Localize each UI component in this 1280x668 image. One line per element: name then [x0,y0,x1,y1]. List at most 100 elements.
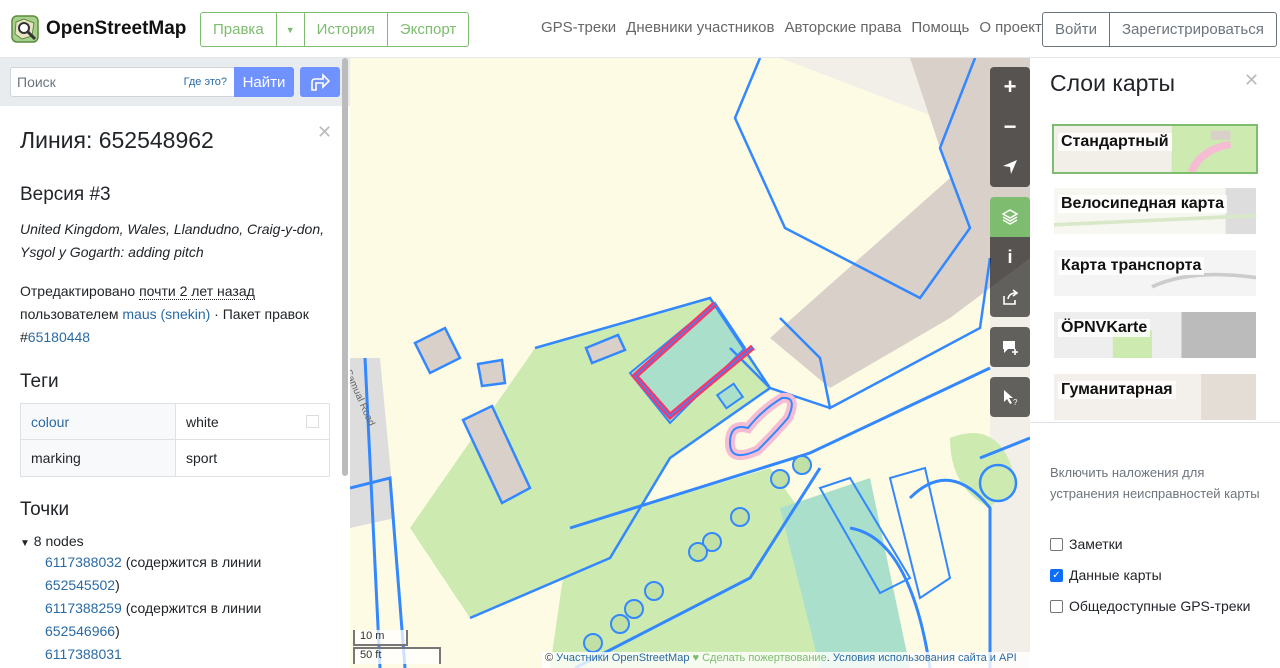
map-svg [350,58,1030,668]
directions-button[interactable] [300,67,340,97]
copyright-symbol: © [545,652,557,664]
nav-diaries[interactable]: Дневники участников [626,19,774,36]
location-arrow-icon [1003,160,1017,174]
header: OpenStreetMap Правка ▼ История Экспорт G… [0,0,1280,58]
map-canvas[interactable]: Samual Road [350,58,1030,668]
search-button[interactable]: Найти [234,67,294,97]
brand-name: OpenStreetMap [46,18,187,39]
page-title: Линия: 652548962 [20,127,214,153]
zoom-out-button[interactable]: − [990,107,1030,147]
sidebar-scrollbar[interactable] [342,58,348,476]
triangle-down-icon: ▼ [20,538,30,549]
layer-standard[interactable]: Стандартный [1052,124,1258,174]
layer-cycle[interactable]: Велосипедная карта [1052,186,1258,236]
donate-link[interactable]: Сделать пожертвование [702,652,827,664]
node-link[interactable]: 6117388031 [45,646,122,662]
list-item: 6117388032 (содержится в линии 652545502… [45,551,332,597]
version-heading: Версия #3 [20,184,111,205]
edit-meta: Отредактировано почти 2 лет назад пользо… [20,280,332,349]
tag-key-link[interactable]: colour [31,414,69,430]
table-row: colour white [21,404,329,440]
nav-help[interactable]: Помощь [911,19,969,36]
node-link[interactable]: 6117388032 [45,554,122,570]
layer-humanitarian[interactable]: Гуманитарная [1052,372,1258,422]
minus-icon: − [1003,114,1017,139]
login-button[interactable]: Войти [1042,12,1110,47]
nav-copyright[interactable]: Авторские права [784,19,901,36]
overlay-notes[interactable]: Заметки [1050,536,1123,552]
search-input[interactable]: Поиск Где это? [10,67,235,97]
layer-opnvkarte[interactable]: ÖPNVKarte [1052,310,1258,360]
export-button[interactable]: Экспорт [387,12,470,47]
edit-button-group: Правка ▼ История Экспорт [200,12,470,47]
layer-label: Велосипедная карта [1058,195,1227,213]
where-is-this-link[interactable]: Где это? [184,76,227,88]
add-note-button[interactable] [990,327,1030,367]
layer-transport[interactable]: Карта транспорта [1052,248,1258,298]
history-button[interactable]: История [304,12,388,47]
layers-button[interactable] [990,197,1030,237]
tags-table: colour white marking sport [20,403,330,477]
node-note-close: ) [115,577,120,593]
edit-dropdown-button[interactable]: ▼ [276,12,305,47]
table-row: marking sport [21,440,329,476]
terms-link[interactable]: Условия использования сайта и API [833,652,1017,664]
contributors-link[interactable]: Участники OpenStreetMap [556,652,689,664]
tag-key[interactable]: colour [21,404,176,439]
by-prefix: пользователем [20,306,123,322]
overlay-label: Данные карты [1069,567,1162,583]
overlay-gps-traces[interactable]: Общедоступные GPS-треки [1050,598,1250,614]
info-icon: i [1007,246,1013,267]
svg-text:?: ? [1013,398,1018,406]
parent-way-link[interactable]: 652545502 [45,577,115,593]
tag-key: marking [21,440,176,476]
changeset-comment: United Kingdom, Wales, Llandudno, Craig-… [20,221,325,260]
checkbox-checked[interactable]: ✓ [1050,568,1063,582]
nav-gps-traces[interactable]: GPS-треки [541,19,616,36]
layer-label: Стандартный [1058,133,1172,151]
close-icon[interactable]: ✕ [1244,70,1259,91]
nodes-count: 8 nodes [33,533,84,549]
list-item: 6117388031 [45,643,332,666]
heart-icon: ♥ [689,652,703,664]
nav-about[interactable]: О проекте [979,19,1050,36]
directions-icon [311,73,331,91]
divider [1030,422,1280,423]
layers-icon [1001,209,1019,225]
nodes-toggle[interactable]: ▼ 8 nodes [20,533,332,549]
query-features-button[interactable]: ? [990,377,1030,417]
layer-label: Гуманитарная [1058,381,1176,399]
overlay-label: Общедоступные GPS-треки [1069,598,1251,614]
node-note: (содержится в линии [121,600,262,616]
edited-prefix: Отредактировано [20,283,140,299]
tag-value: sport [186,450,218,466]
map-attribution: © Участники OpenStreetMap ♥ Сделать поже… [542,652,1030,668]
parent-way-link[interactable]: 652546966 [45,623,115,639]
checkbox[interactable] [1050,599,1063,613]
changeset-link[interactable]: 65180448 [28,329,90,345]
layers-title: Слои карты [1050,70,1176,96]
share-button[interactable] [990,277,1030,317]
checkbox[interactable] [1050,537,1063,551]
tags-heading: Теги [20,371,59,392]
layer-label: Карта транспорта [1058,257,1205,275]
logo[interactable]: OpenStreetMap [10,14,186,44]
user-link[interactable]: maus (snekin) [122,306,210,322]
locate-button[interactable] [990,147,1030,187]
layer-label: ÖPNVKarte [1058,319,1151,337]
map-key-button[interactable]: i [990,237,1030,277]
signup-button[interactable]: Зарегистрироваться [1109,12,1277,47]
zoom-in-button[interactable]: + [990,67,1030,107]
search-bar: Поиск Где это? Найти [0,58,350,106]
query-cursor-icon: ? [1004,390,1018,406]
edit-button[interactable]: Правка [200,12,277,47]
overlay-map-data[interactable]: ✓ Данные карты [1050,567,1162,583]
list-item: 6117388259 (содержится в линии 652546966… [45,597,332,643]
tag-value-text: white [186,414,219,430]
nodes-heading: Точки [20,499,70,520]
colour-swatch [306,415,319,428]
edited-time: почти 2 лет назад [139,283,255,300]
share-icon [1003,289,1019,305]
node-link[interactable]: 6117388259 [45,600,122,616]
overlay-label: Заметки [1069,536,1123,552]
